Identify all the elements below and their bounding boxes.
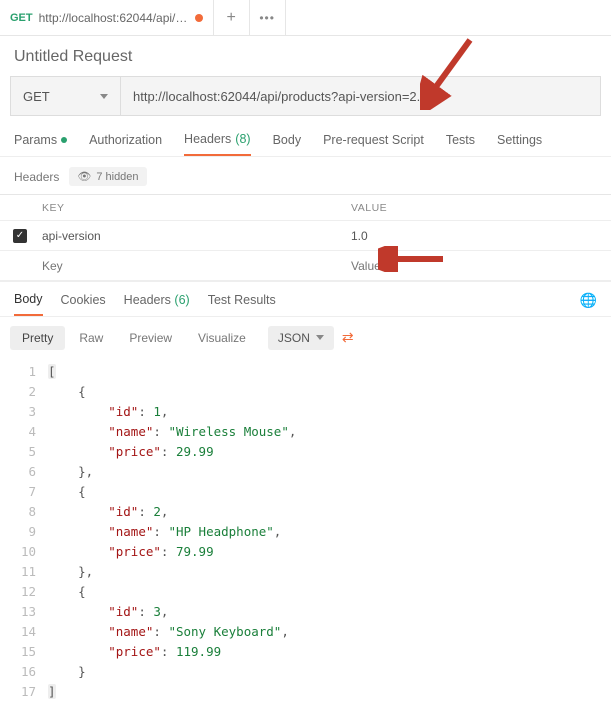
line-number: 12 <box>6 582 48 602</box>
response-tab-body[interactable]: Body <box>14 292 43 316</box>
line-number: 7 <box>6 482 48 502</box>
wrap-lines-button[interactable]: ⇄ <box>336 325 360 350</box>
line-number: 17 <box>6 682 48 702</box>
new-tab-button[interactable]: + <box>214 0 250 35</box>
header-value-input[interactable] <box>351 229 611 243</box>
response-body[interactable]: 1[ 2 { 3 "id": 1, 4 "name": "Wireless Mo… <box>0 358 611 702</box>
line-number: 6 <box>6 462 48 482</box>
line-number: 5 <box>6 442 48 462</box>
tab-authorization[interactable]: Authorization <box>89 132 162 156</box>
line-number: 10 <box>6 542 48 562</box>
response-tab-testresults[interactable]: Test Results <box>208 293 276 315</box>
format-select-label: JSON <box>278 331 310 345</box>
tab-params-label: Params <box>14 133 57 147</box>
response-tab-cookies[interactable]: Cookies <box>61 293 106 315</box>
line-number: 13 <box>6 602 48 622</box>
url-input[interactable] <box>121 77 600 115</box>
params-indicator-icon <box>61 137 67 143</box>
http-method-select[interactable]: GET <box>11 77 121 115</box>
line-number: 11 <box>6 562 48 582</box>
header-row-checkbox[interactable]: ✓ <box>13 229 27 243</box>
header-col-key: KEY <box>40 202 345 214</box>
tab-settings[interactable]: Settings <box>497 132 542 156</box>
headers-subtitle: Headers <box>14 170 59 184</box>
tab-headers-label: Headers <box>184 132 231 146</box>
header-row: ✓ <box>0 221 611 251</box>
line-number: 16 <box>6 662 48 682</box>
chevron-down-icon <box>316 335 324 340</box>
request-tab[interactable]: GET http://localhost:62044/api/prod... <box>0 0 214 35</box>
http-method-label: GET <box>23 89 50 104</box>
header-value-placeholder[interactable] <box>351 259 611 273</box>
eye-icon: 👁 <box>77 170 91 183</box>
view-visualize-button[interactable]: Visualize <box>186 326 258 350</box>
line-number: 4 <box>6 422 48 442</box>
header-col-value: VALUE <box>345 202 611 214</box>
response-tab-headers[interactable]: Headers (6) <box>124 293 190 315</box>
tab-body[interactable]: Body <box>273 132 302 156</box>
globe-icon[interactable]: 🌐 <box>580 292 597 309</box>
tab-prerequest[interactable]: Pre-request Script <box>323 132 424 156</box>
chevron-down-icon <box>100 94 108 99</box>
headers-count: (8) <box>235 132 250 146</box>
line-number: 15 <box>6 642 48 662</box>
header-key-input[interactable] <box>42 229 345 243</box>
hidden-headers-toggle[interactable]: 👁 7 hidden <box>69 167 146 186</box>
header-key-placeholder[interactable] <box>42 259 345 273</box>
line-number: 9 <box>6 522 48 542</box>
tab-overflow-button[interactable]: ••• <box>250 0 286 35</box>
format-select[interactable]: JSON <box>268 326 334 350</box>
tab-title: http://localhost:62044/api/prod... <box>39 11 189 25</box>
line-number: 8 <box>6 502 48 522</box>
line-number: 14 <box>6 622 48 642</box>
unsaved-dot-icon <box>195 14 203 22</box>
tab-tests[interactable]: Tests <box>446 132 475 156</box>
tab-params[interactable]: Params <box>14 132 67 156</box>
view-pretty-button[interactable]: Pretty <box>10 326 65 350</box>
response-tab-headers-label: Headers <box>124 293 171 307</box>
line-number: 3 <box>6 402 48 422</box>
header-row-empty <box>0 251 611 281</box>
line-number: 1 <box>6 362 48 382</box>
tab-method: GET <box>10 12 33 24</box>
view-raw-button[interactable]: Raw <box>67 326 115 350</box>
hidden-count-label: 7 hidden <box>96 171 138 183</box>
line-number: 2 <box>6 382 48 402</box>
response-headers-count: (6) <box>174 293 189 307</box>
tab-headers[interactable]: Headers (8) <box>184 132 251 156</box>
request-title[interactable]: Untitled Request <box>0 36 611 76</box>
view-preview-button[interactable]: Preview <box>117 326 184 350</box>
